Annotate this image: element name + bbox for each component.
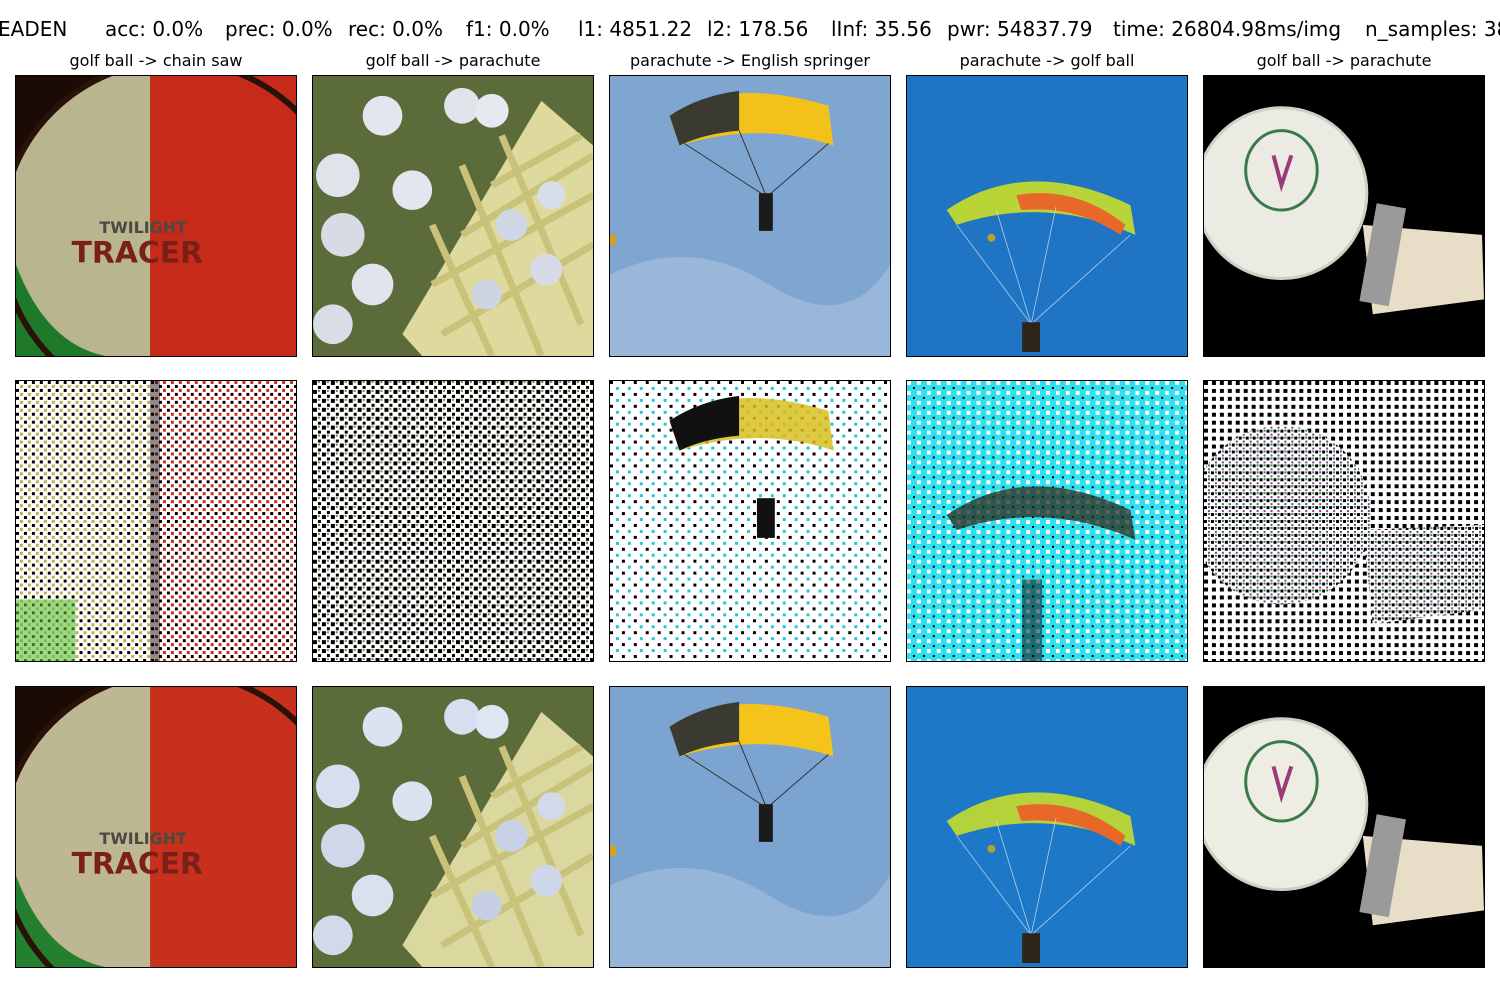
- original-image-golf-balls-basket: [312, 75, 594, 357]
- perturbation-image-golf-balls-basket: [312, 380, 594, 662]
- metric-precision: prec: 0.0%: [225, 17, 333, 41]
- brand-small-text: TWILIGHT: [99, 829, 187, 848]
- adversarial-image-yellow-parachute: [609, 686, 891, 968]
- metric-power: pwr: 54837.79: [947, 17, 1093, 41]
- column-caption: golf ball -> chain saw: [69, 51, 243, 70]
- metric-recall: rec: 0.0%: [348, 17, 443, 41]
- original-image-golf-ball-tracer: TWILIGHT TRACER: [15, 75, 297, 357]
- perturbation-image-green-parachute: [906, 380, 1188, 662]
- perturbation-image-golf-ball-cork: [1203, 380, 1485, 662]
- metric-l2: l2: 178.56: [707, 17, 809, 41]
- brand-large-text: TRACER: [72, 236, 203, 271]
- column-caption: parachute -> English springer: [630, 51, 870, 70]
- original-image-yellow-parachute: [609, 75, 891, 357]
- metric-f1: f1: 0.0%: [466, 17, 550, 41]
- perturbation-image-golf-ball-tracer: [15, 380, 297, 662]
- adversarial-image-golf-ball-cork: [1203, 686, 1485, 968]
- metric-time: time: 26804.98ms/img: [1113, 17, 1342, 41]
- column-caption: golf ball -> parachute: [365, 51, 541, 70]
- metrics-header: EADEN acc: 0.0% prec: 0.0% rec: 0.0% f1:…: [0, 0, 1500, 56]
- metric-linf: lInf: 35.56: [831, 17, 932, 41]
- original-image-golf-ball-cork: [1203, 75, 1485, 357]
- brand-large-text: TRACER: [72, 847, 203, 882]
- metric-l1: l1: 4851.22: [578, 17, 693, 41]
- perturbation-image-yellow-parachute: [609, 380, 891, 662]
- column-caption: parachute -> golf ball: [959, 51, 1135, 70]
- adversarial-image-green-parachute: [906, 686, 1188, 968]
- brand-small-text: TWILIGHT: [99, 218, 187, 237]
- metric-n-samples: n_samples: 38: [1365, 17, 1500, 41]
- adversarial-image-golf-balls-basket: [312, 686, 594, 968]
- metric-accuracy: acc: 0.0%: [105, 17, 204, 41]
- adversarial-image-golf-ball-tracer: TWILIGHT TRACER: [15, 686, 297, 968]
- original-image-green-parachute: [906, 75, 1188, 357]
- column-caption: golf ball -> parachute: [1256, 51, 1432, 70]
- attack-name: EADEN: [0, 17, 68, 41]
